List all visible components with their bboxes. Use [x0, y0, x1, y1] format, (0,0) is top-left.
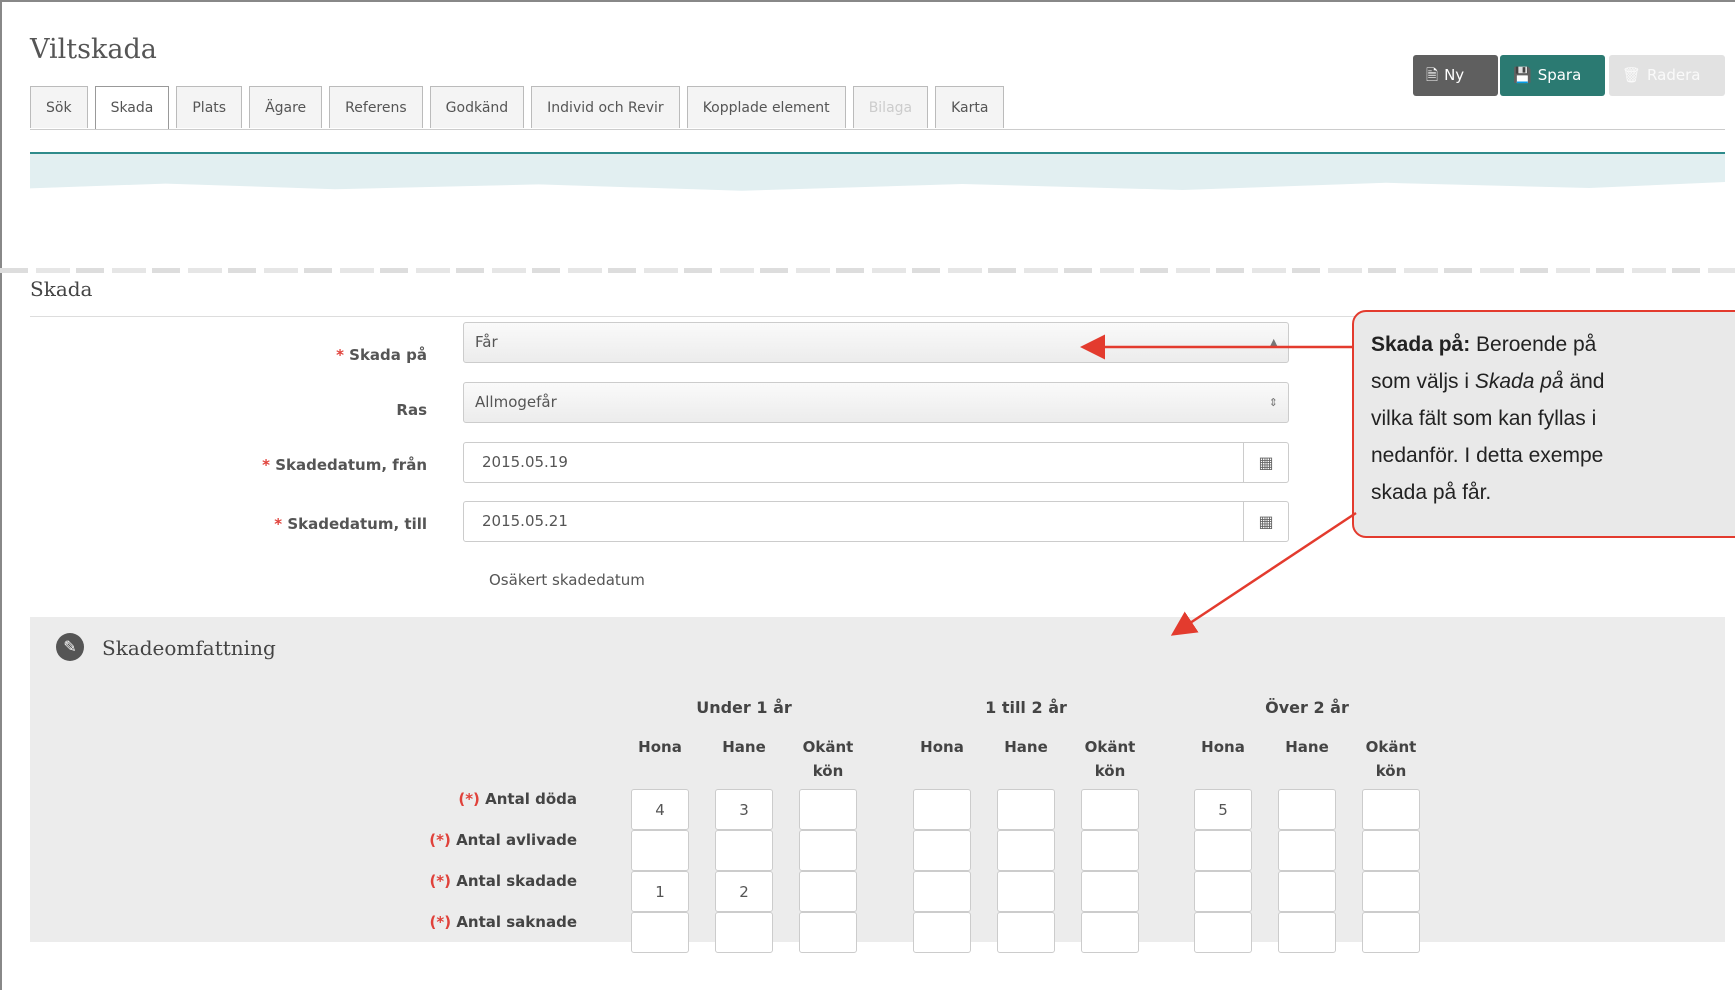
arrow-to-panel: [1170, 511, 1357, 636]
callout-arrows: [1080, 334, 1357, 636]
